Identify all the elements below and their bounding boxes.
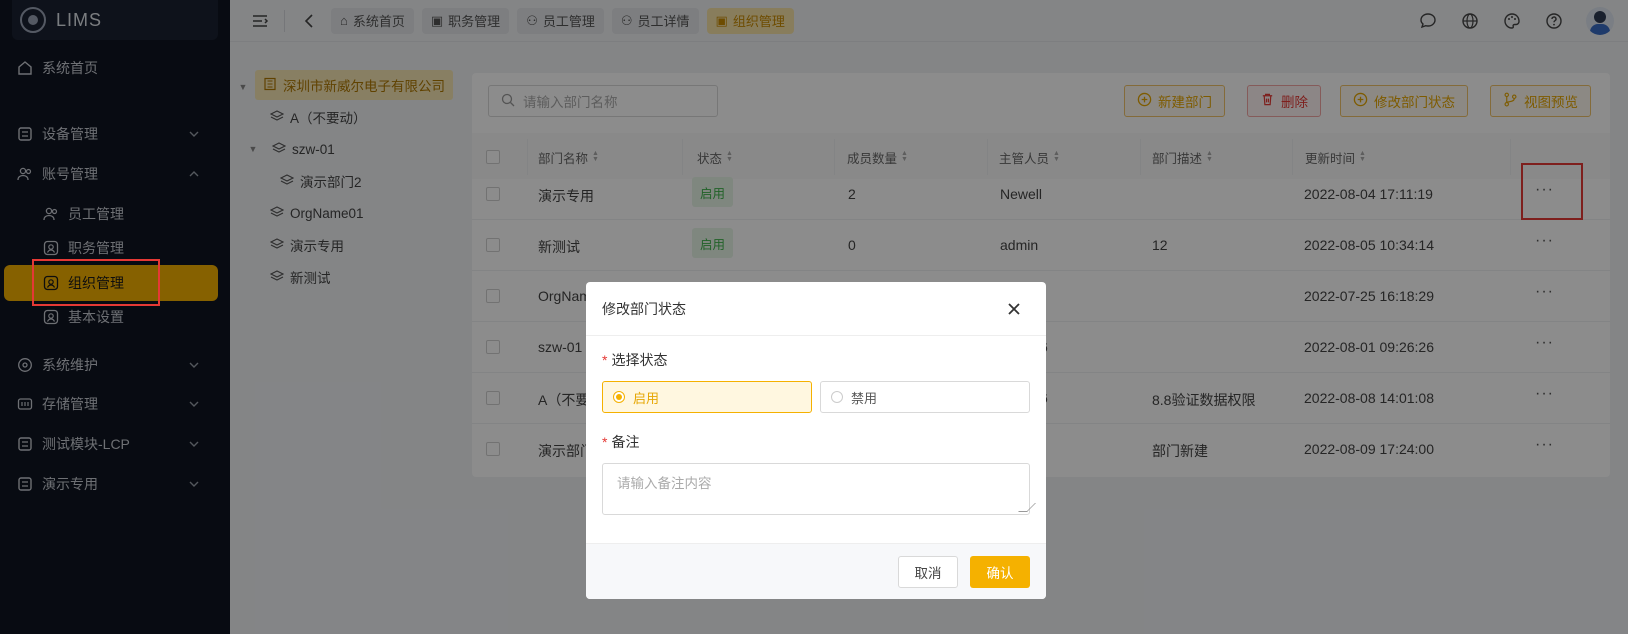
radio-unchecked-icon	[831, 391, 843, 403]
radio-enable[interactable]: 启用	[602, 381, 812, 413]
remark-field-label: * 备注	[602, 434, 640, 450]
required-mark: *	[602, 434, 608, 450]
dialog-footer: 取消 确认	[586, 543, 1046, 599]
required-mark: *	[602, 352, 608, 368]
change-status-dialog: 修改部门状态 * 选择状态 启用 禁用 * 备注 请输入备注内容 取消 确认	[586, 282, 1046, 599]
close-icon[interactable]	[1004, 299, 1024, 319]
remark-placeholder: 请输入备注内容	[617, 476, 712, 491]
cancel-button[interactable]: 取消	[898, 556, 958, 588]
radio-checked-icon	[613, 391, 625, 403]
dialog-title: 修改部门状态	[602, 300, 686, 317]
confirm-button[interactable]: 确认	[970, 556, 1030, 588]
remark-textarea[interactable]: 请输入备注内容	[602, 463, 1030, 515]
dialog-header: 修改部门状态	[586, 282, 1046, 336]
radio-disable[interactable]: 禁用	[820, 381, 1030, 413]
status-field-label: * 选择状态	[602, 352, 668, 368]
